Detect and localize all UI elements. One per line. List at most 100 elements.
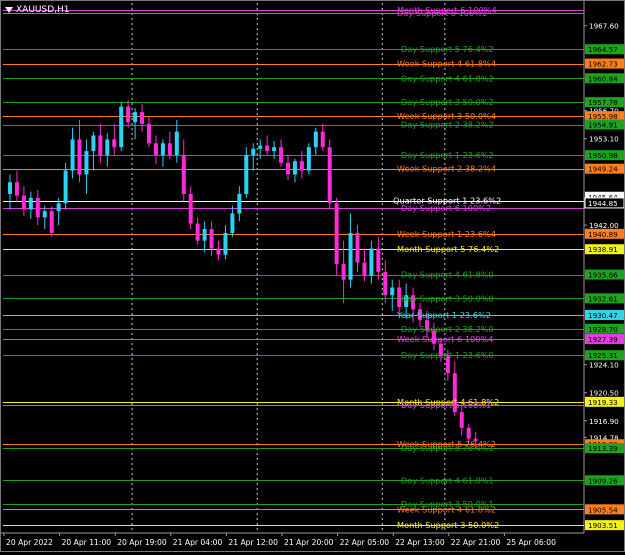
price-marker-label: 1944.85: [588, 199, 618, 208]
candle-body: [383, 271, 388, 296]
price-marker-label: 1949.24: [588, 165, 618, 174]
support-level-label: Day Support 5 76.4%1: [401, 443, 494, 453]
support-level-label: Week Support 1 23.6%4: [397, 229, 496, 239]
support-level-label: Day Support 6 100%1: [397, 8, 487, 18]
candle-body: [77, 139, 82, 175]
support-level-label: Day Support 1 23.6%2: [401, 150, 494, 160]
support-level-label: Year Support 1 23.6%2: [396, 310, 491, 320]
candle-body: [279, 147, 284, 163]
candle-body: [160, 143, 165, 155]
candle-body: [251, 148, 256, 155]
price-marker-label: 1960.84: [588, 74, 618, 83]
price-axis-label: 1916.90: [589, 417, 619, 426]
candle-body: [341, 264, 346, 280]
candle-body: [42, 211, 47, 218]
dropdown-triangle-icon: [5, 7, 13, 13]
candle-body: [147, 123, 151, 144]
candle-body: [21, 195, 26, 210]
price-marker-label: 1927.39: [588, 335, 618, 344]
price-axis-label: 1942.00: [589, 221, 619, 230]
time-axis-label: 22 Apr 13:00: [395, 538, 445, 547]
price-marker-label: 1964.57: [588, 45, 618, 54]
price-marker-label: 1925.31: [588, 351, 618, 360]
candle-body: [35, 197, 40, 218]
candle-body: [313, 131, 318, 148]
candle-body: [376, 248, 381, 272]
support-level-label: Day Support 1 23.6%0: [401, 350, 494, 360]
candle-body: [98, 135, 103, 155]
support-level-label: Day Support 4 61.8%1: [401, 475, 494, 485]
candle-body: [334, 203, 339, 265]
support-level-label: Day Support 2 38.2%2: [401, 120, 494, 130]
candle-body: [126, 106, 131, 123]
candle-body: [209, 229, 214, 249]
candle-body: [195, 223, 200, 241]
candle-body: [153, 143, 158, 155]
time-axis-label: 25 Apr 06:00: [506, 538, 556, 547]
candle-body: [140, 112, 145, 124]
support-level-label: Day Support 3 50.0%0: [401, 293, 494, 303]
price-axis-label: 1953.10: [589, 135, 619, 144]
candle-body: [306, 147, 311, 171]
candle-body: [292, 161, 297, 175]
candle-body: [390, 287, 395, 296]
price-marker-label: 1938.91: [588, 245, 618, 254]
candle-body: [49, 211, 54, 233]
price-marker-label: 1909.26: [588, 476, 618, 485]
support-level-label: Day Support 4 61.8%2: [401, 73, 494, 83]
price-marker-label: 1928.70: [588, 325, 618, 334]
candle-body: [244, 154, 249, 194]
time-axis-label: 20 Apr 2022: [6, 538, 53, 547]
support-level-label: Day Support 5 76.4%2: [401, 44, 494, 54]
candle-body: [63, 170, 68, 204]
candle-body: [105, 139, 110, 155]
candle-body: [216, 248, 221, 255]
support-level-label: Day Support 6 100%2: [401, 203, 491, 213]
chart-window[interactable]: XAUUSD,H1 Month Support 6 100%4 Day Suppo…: [0, 0, 625, 552]
price-axis-label: 1924.10: [589, 361, 619, 370]
candle-body: [14, 182, 19, 196]
candle-body: [84, 151, 89, 175]
candle-body: [167, 143, 172, 155]
candle-body: [202, 229, 207, 241]
support-level-label: Week Support 4 61.8%2: [397, 504, 496, 514]
price-marker-label: 1962.73: [588, 60, 618, 69]
time-axis-label: 22 Apr 21:00: [451, 538, 501, 547]
candle-body: [299, 161, 304, 171]
support-level-label: Week Support 4 61.8%4: [397, 59, 496, 69]
support-level-label: Day Support 2 38.2%0: [401, 324, 494, 334]
candle-body: [272, 147, 277, 152]
candle-body: [286, 162, 290, 175]
candle-body: [459, 412, 464, 428]
time-axis-label: 21 Apr 04:00: [173, 538, 223, 547]
candle-body: [56, 203, 61, 212]
candle-body: [327, 147, 332, 204]
price-marker-label: 1932.61: [588, 294, 618, 303]
candle-body: [174, 131, 179, 155]
candle-body: [223, 232, 228, 255]
time-axis-label: 20 Apr 19:00: [117, 538, 167, 547]
support-level-label: Day Support 6 100%1: [401, 400, 491, 410]
candle-body: [8, 182, 12, 194]
candle-body: [28, 197, 33, 210]
candle-body: [112, 139, 117, 148]
candle-body: [320, 131, 325, 148]
support-level-label: Week Support 2 38.2%4: [397, 164, 496, 174]
candle-body: [369, 248, 374, 276]
time-axis-label: 21 Apr 20:00: [284, 538, 334, 547]
price-axis-label: 1967.60: [589, 22, 619, 31]
candle-body: [119, 106, 124, 148]
candle-body: [466, 427, 471, 439]
time-axis-label: 21 Apr 12:00: [228, 538, 278, 547]
support-level-label: Month Support 3 50.0%2: [397, 520, 499, 530]
candle-body: [258, 145, 263, 149]
candle-body: [181, 154, 186, 194]
candle-body: [133, 112, 138, 123]
candle-body: [355, 232, 360, 263]
candle-body: [348, 232, 353, 280]
price-chart[interactable]: Month Support 6 100%4Day Support 6 100%1…: [1, 1, 625, 551]
price-marker-label: 1905.54: [588, 505, 618, 514]
price-marker-label: 1930.47: [588, 311, 618, 320]
price-marker-label: 1913.39: [588, 444, 618, 453]
candle-body: [230, 213, 235, 233]
